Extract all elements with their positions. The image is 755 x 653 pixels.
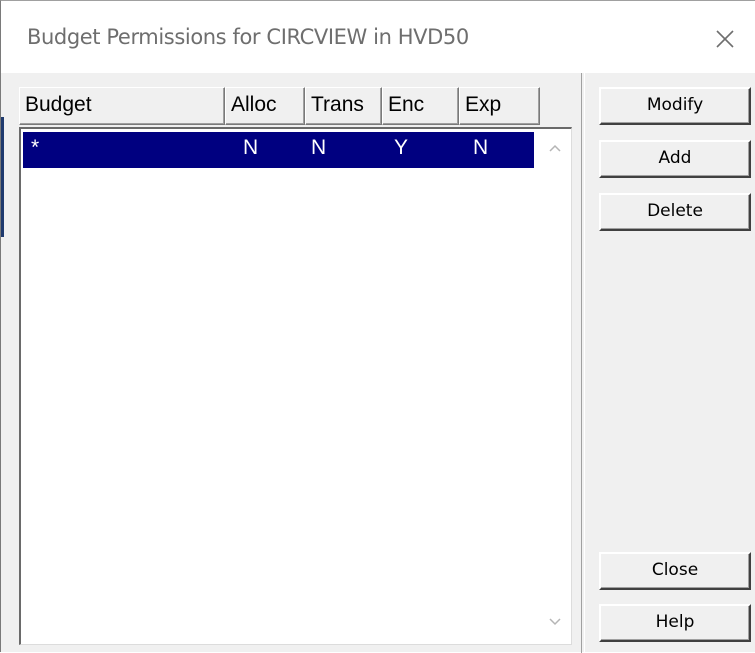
column-header-budget[interactable]: Budget <box>19 87 225 125</box>
chevron-down-icon[interactable] <box>547 615 563 627</box>
column-header-exp[interactable]: Exp <box>459 87 540 125</box>
close-button[interactable]: Close <box>599 552 751 590</box>
table-row[interactable]: * N N Y N <box>23 132 534 168</box>
window-title: Budget Permissions for CIRCVIEW in HVD50 <box>27 25 469 49</box>
add-button[interactable]: Add <box>599 140 751 178</box>
cell-exp: N <box>473 136 489 159</box>
cell-enc: Y <box>394 136 409 159</box>
column-header-enc[interactable]: Enc <box>382 87 459 125</box>
divider <box>581 73 585 653</box>
column-header-alloc[interactable]: Alloc <box>225 87 305 125</box>
title-bar[interactable]: Budget Permissions for CIRCVIEW in HVD50 <box>1 1 755 73</box>
chevron-up-icon[interactable] <box>547 141 563 153</box>
list-header: Budget Alloc Trans Enc Exp <box>19 87 572 125</box>
window-edge-accent <box>1 117 4 237</box>
cell-alloc: N <box>243 136 259 159</box>
column-header-trans[interactable]: Trans <box>305 87 382 125</box>
budget-permissions-dialog: Budget Permissions for CIRCVIEW in HVD50… <box>0 0 755 653</box>
close-icon[interactable] <box>711 25 739 53</box>
help-button[interactable]: Help <box>599 604 751 642</box>
cell-trans: N <box>311 136 327 159</box>
cell-budget: * <box>31 136 40 159</box>
modify-button[interactable]: Modify <box>599 87 751 125</box>
permissions-list[interactable] <box>19 127 572 645</box>
delete-button[interactable]: Delete <box>599 193 751 231</box>
